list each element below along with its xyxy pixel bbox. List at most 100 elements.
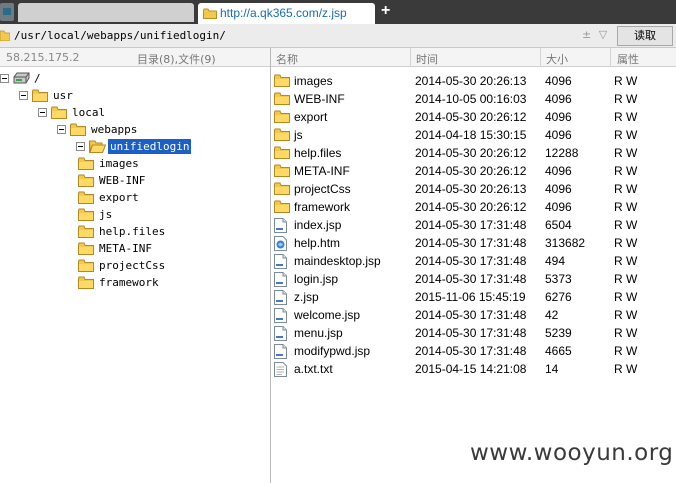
tree-node-label: WEB-INF <box>99 174 146 187</box>
tree-node[interactable]: usr <box>19 87 270 104</box>
folder-icon <box>78 259 94 275</box>
column-header-name[interactable]: 名称 <box>276 51 298 67</box>
collapse-toggle-icon[interactable] <box>76 142 85 151</box>
file-attr: R W <box>614 182 638 196</box>
tree-node[interactable]: META-INF <box>78 240 270 257</box>
tree-node[interactable]: webapps <box>57 121 270 138</box>
new-tab-button[interactable]: + <box>381 2 390 20</box>
file-size: 4096 <box>545 74 572 88</box>
file-time: 2014-05-30 17:31:48 <box>415 218 527 232</box>
path-input[interactable] <box>12 27 614 45</box>
folder-icon <box>274 164 290 180</box>
file-row[interactable]: framework 2014-05-30 20:26:12 4096 R W <box>271 198 676 216</box>
file-time: 2014-05-30 17:31:48 <box>415 236 527 250</box>
folder-icon <box>78 208 94 224</box>
file-name: export <box>294 110 328 124</box>
file-size: 6276 <box>545 290 572 304</box>
folder-icon <box>274 128 290 144</box>
file-row[interactable]: js 2014-04-18 15:30:15 4096 R W <box>271 126 676 144</box>
folder-icon <box>32 89 48 105</box>
tree-node[interactable]: framework <box>78 274 270 291</box>
tree-node[interactable]: WEB-INF <box>78 172 270 189</box>
folder-icon <box>78 276 94 292</box>
file-row[interactable]: images 2014-05-30 20:26:13 4096 R W <box>271 72 676 90</box>
folder-icon <box>70 123 86 139</box>
file-row[interactable]: menu.jsp 2014-05-30 17:31:48 5239 R W <box>271 324 676 342</box>
tree-node[interactable]: images <box>78 155 270 172</box>
collapse-toggle-icon[interactable] <box>38 108 47 117</box>
folder-icon <box>78 191 94 207</box>
file-name: login.jsp <box>294 272 339 286</box>
tree-node[interactable]: / <box>0 70 270 87</box>
file-time: 2014-05-30 17:31:48 <box>415 344 527 358</box>
file-attr: R W <box>614 362 638 376</box>
file-size: 4096 <box>545 200 572 214</box>
column-header-row: 58.215.175.2 目录(8),文件(9) 名称 时间 大小 属性 <box>0 48 676 67</box>
file-size: 42 <box>545 308 559 322</box>
file-name: index.jsp <box>294 218 342 232</box>
folder-icon <box>51 106 67 122</box>
tab-inactive[interactable] <box>18 3 194 22</box>
file-row[interactable]: help.files 2014-05-30 20:26:12 12288 R W <box>271 144 676 162</box>
tree-node[interactable]: projectCss <box>78 257 270 274</box>
column-header-size[interactable]: 大小 <box>546 51 568 67</box>
file-attr: R W <box>614 110 638 124</box>
drive-icon <box>13 72 30 87</box>
directory-tree: / usr local webapps unifiedlogin images WEB-IN… <box>0 67 270 483</box>
collapse-toggle-icon[interactable] <box>0 74 9 83</box>
file-list: images 2014-05-30 20:26:13 4096 R W WEB-INF 2… <box>271 67 676 483</box>
file-attr: R W <box>614 308 638 322</box>
read-button[interactable]: 读取 <box>617 26 673 46</box>
file-name: WEB-INF <box>294 92 345 106</box>
file-name: welcome.jsp <box>294 308 361 322</box>
column-header-time[interactable]: 时间 <box>416 51 438 67</box>
file-name: maindesktop.jsp <box>294 254 381 268</box>
file-row[interactable]: modifypwd.jsp 2014-05-30 17:31:48 4665 R W <box>271 342 676 360</box>
file-row[interactable]: login.jsp 2014-05-30 17:31:48 5373 R W <box>271 270 676 288</box>
file-size: 14 <box>545 362 559 376</box>
file-name: META-INF <box>294 164 350 178</box>
file-size: 5239 <box>545 326 572 340</box>
file-row[interactable]: export 2014-05-30 20:26:12 4096 R W <box>271 108 676 126</box>
file-name: projectCss <box>294 182 351 196</box>
tree-node-label: META-INF <box>99 242 152 255</box>
tree-node-label: usr <box>53 89 73 102</box>
file-name: images <box>294 74 333 88</box>
file-row[interactable]: help.htm 2014-05-30 17:31:48 313682 R W <box>271 234 676 252</box>
folder-open-icon <box>88 140 107 156</box>
file-size: 4096 <box>545 182 572 196</box>
file-size: 4665 <box>545 344 572 358</box>
file-attr: R W <box>614 74 638 88</box>
tree-node[interactable]: js <box>78 206 270 223</box>
file-row[interactable]: index.jsp 2014-05-30 17:31:48 6504 R W <box>271 216 676 234</box>
tab-app-icon[interactable] <box>0 3 14 21</box>
file-row[interactable]: a.txt.txt 2015-04-15 14:21:08 14 R W <box>271 360 676 378</box>
file-time: 2014-05-30 20:26:13 <box>415 74 527 88</box>
address-bar: ± ▽ 读取 <box>0 24 676 48</box>
file-row[interactable]: META-INF 2014-05-30 20:26:12 4096 R W <box>271 162 676 180</box>
collapse-toggle-icon[interactable] <box>57 125 66 134</box>
file-size: 4096 <box>545 128 572 142</box>
file-size: 4096 <box>545 92 572 106</box>
tree-node[interactable]: unifiedlogin <box>76 138 270 155</box>
file-row[interactable]: maindesktop.jsp 2014-05-30 17:31:48 494 R W <box>271 252 676 270</box>
file-size: 4096 <box>545 164 572 178</box>
tree-node[interactable]: export <box>78 189 270 206</box>
file-row[interactable]: WEB-INF 2014-10-05 00:16:03 4096 R W <box>271 90 676 108</box>
file-row[interactable]: projectCss 2014-05-30 20:26:13 4096 R W <box>271 180 676 198</box>
tab-active[interactable]: http://a.qk365.com/z.jsp <box>198 3 375 24</box>
folder-icon <box>78 174 94 190</box>
path-dropdown-arrows[interactable]: ± ▽ <box>582 28 609 41</box>
file-name: framework <box>294 200 351 214</box>
tree-node[interactable]: local <box>38 104 270 121</box>
file-row[interactable]: z.jsp 2015-11-06 15:45:19 6276 R W <box>271 288 676 306</box>
watermark: www.wooyun.org <box>470 440 674 466</box>
file-name: z.jsp <box>294 290 319 304</box>
file-attr: R W <box>614 290 638 304</box>
dir-file-count: 目录(8),文件(9) <box>137 53 216 66</box>
tree-node[interactable]: help.files <box>78 223 270 240</box>
collapse-toggle-icon[interactable] <box>19 91 28 100</box>
file-row[interactable]: welcome.jsp 2014-05-30 17:31:48 42 R W <box>271 306 676 324</box>
folder-icon <box>78 242 94 258</box>
column-header-attr[interactable]: 属性 <box>617 51 639 67</box>
